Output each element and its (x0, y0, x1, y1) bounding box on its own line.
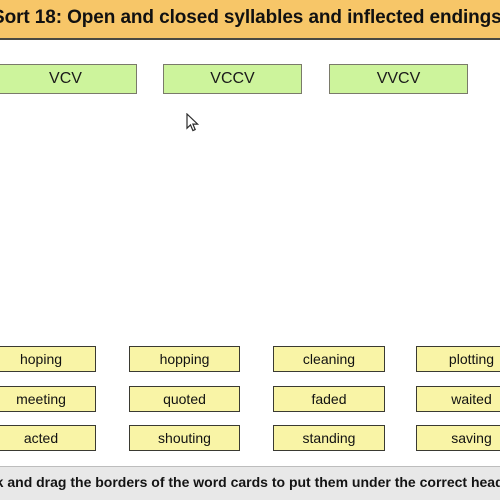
category-card-label: VCV (49, 70, 82, 87)
category-card-vvcv[interactable]: VVCV (329, 64, 468, 94)
word-card-label: meeting (16, 391, 66, 407)
page-title: Sort 18: Open and closed syllables and i… (0, 7, 500, 28)
word-card[interactable]: saving (416, 425, 500, 451)
word-card[interactable]: meeting (0, 386, 96, 412)
word-card-label: cleaning (302, 351, 356, 367)
word-card-label: quoted (163, 391, 206, 407)
word-card-label: saving (451, 430, 492, 446)
word-card[interactable]: quoted (129, 386, 240, 412)
category-card-label: VVCV (376, 70, 421, 87)
word-card-label: waited (451, 391, 492, 407)
instruction-text: Click and drag the borders of the word c… (0, 474, 500, 490)
word-card-label: hoping (19, 351, 63, 367)
word-card-label: shouting (158, 430, 211, 446)
word-card-label: plotting (448, 351, 495, 367)
status-bar: Click and drag the borders of the word c… (0, 466, 500, 500)
title-bar: Sort 18: Open and closed syllables and i… (0, 0, 500, 40)
word-card[interactable]: standing (273, 425, 385, 451)
word-card[interactable]: faded (273, 386, 385, 412)
category-header-row: VCV VCCV VVCV (0, 64, 500, 96)
word-sort-activity-window: Sort 18: Open and closed syllables and i… (0, 0, 500, 500)
word-card[interactable]: cleaning (273, 346, 385, 372)
word-card[interactable]: acted (0, 425, 96, 451)
category-card-label: VCCV (210, 70, 255, 87)
word-card-label: acted (23, 430, 59, 446)
category-card-vccv[interactable]: VCCV (163, 64, 302, 94)
word-card[interactable]: waited (416, 386, 500, 412)
category-card-vcv[interactable]: VCV (0, 64, 137, 94)
word-card-label: hopping (159, 351, 210, 367)
word-card-pool: hoping hopping cleaning plotting meeting… (0, 338, 500, 462)
sorting-drop-area[interactable] (0, 100, 500, 338)
word-card-label: standing (302, 430, 356, 446)
word-card[interactable]: hoping (0, 346, 96, 372)
word-card-label: faded (311, 391, 347, 407)
word-card[interactable]: hopping (129, 346, 240, 372)
word-card[interactable]: shouting (129, 425, 240, 451)
word-card[interactable]: plotting (416, 346, 500, 372)
